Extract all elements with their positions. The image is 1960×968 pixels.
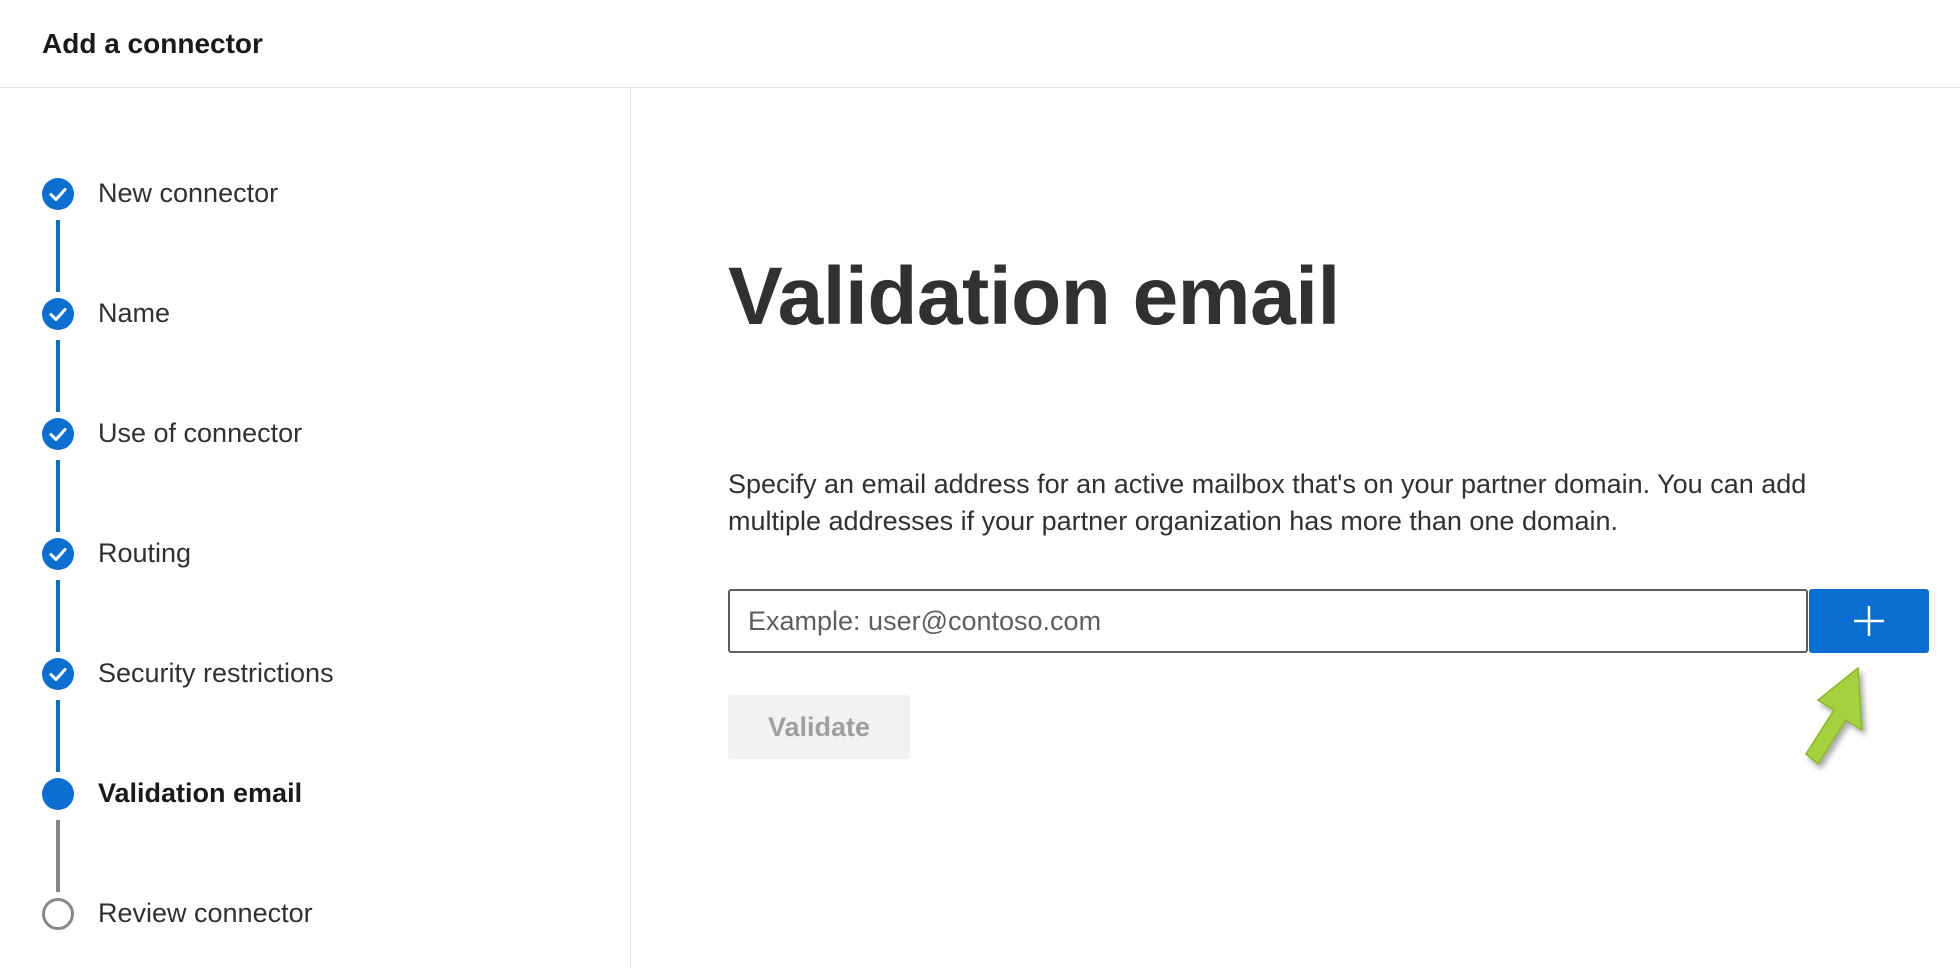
step-connector-line bbox=[56, 460, 60, 532]
email-address-input[interactable] bbox=[728, 589, 1808, 653]
plus-icon bbox=[1854, 606, 1884, 636]
instructions-text: Specify an email address for an active m… bbox=[728, 469, 1807, 536]
step-label: Security restrictions bbox=[98, 658, 334, 688]
step-completed-check-icon bbox=[42, 178, 74, 210]
panel-header: Add a connector bbox=[0, 0, 1960, 88]
step-pending-circle-icon bbox=[42, 898, 74, 930]
step-connector-line bbox=[56, 820, 60, 892]
step-label: Validation email bbox=[98, 778, 303, 808]
step-label: Use of connector bbox=[98, 418, 303, 448]
step-connector-line bbox=[56, 340, 60, 412]
step-current-dot-icon bbox=[42, 778, 74, 810]
step-completed-check-icon bbox=[42, 538, 74, 570]
step-security-restrictions[interactable]: Security restrictions bbox=[0, 645, 620, 705]
step-label: Review connector bbox=[98, 898, 313, 928]
step-completed-check-icon bbox=[42, 298, 74, 330]
step-validation-email[interactable]: Validation email bbox=[0, 765, 620, 825]
step-new-connector[interactable]: New connector bbox=[0, 165, 620, 225]
wizard-steps: New connector Name Use of connector Rout… bbox=[0, 89, 631, 968]
step-routing[interactable]: Routing bbox=[0, 525, 620, 585]
step-name[interactable]: Name bbox=[0, 285, 620, 345]
step-connector-line bbox=[56, 580, 60, 652]
step-connector-line bbox=[56, 220, 60, 292]
step-connector-line bbox=[56, 700, 60, 772]
step-completed-check-icon bbox=[42, 418, 74, 450]
panel-title: Add a connector bbox=[42, 28, 263, 59]
step-completed-check-icon bbox=[42, 658, 74, 690]
page-title: Validation email bbox=[728, 251, 1340, 342]
validate-button[interactable]: Validate bbox=[728, 695, 910, 759]
add-email-button[interactable] bbox=[1809, 589, 1929, 653]
step-use-of-connector[interactable]: Use of connector bbox=[0, 405, 620, 465]
step-label: New connector bbox=[98, 178, 279, 208]
annotation-arrow-icon bbox=[1805, 666, 1863, 766]
step-label: Routing bbox=[98, 538, 192, 568]
step-label: Name bbox=[98, 298, 171, 328]
step-review-connector[interactable]: Review connector bbox=[0, 885, 620, 945]
